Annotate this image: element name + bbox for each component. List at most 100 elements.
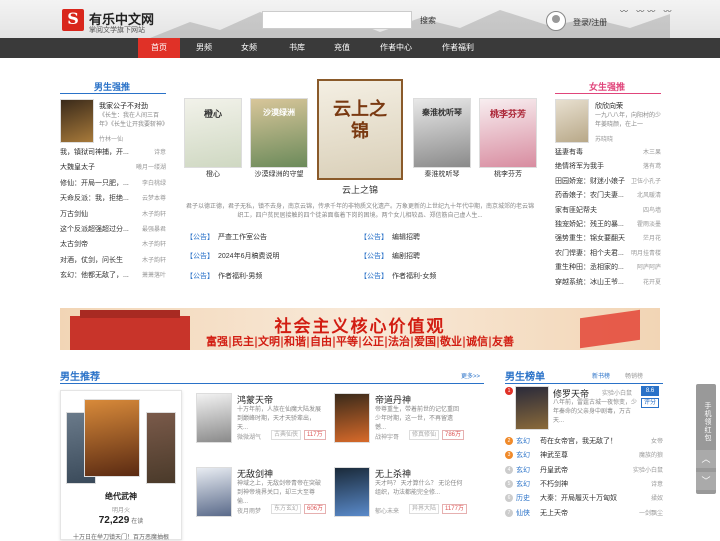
search-button[interactable]: 搜索 [412, 11, 444, 29]
scroll-up-icon[interactable]: ︿ [696, 450, 716, 468]
male-rec-feature-cover[interactable] [84, 399, 140, 477]
list-item[interactable]: 独宠娇妃：残王的暴... 霍雨淡墨 [555, 219, 661, 229]
list-item-name[interactable]: 大魏皇太子 [60, 162, 134, 172]
carousel-caption-1[interactable]: 橙心 [184, 169, 242, 179]
list-item-name[interactable]: 药香娘子：农门夫妻... [555, 190, 629, 200]
list-item[interactable]: 万古剑仙 木子韵轩 [60, 209, 166, 219]
list-item-name[interactable]: 强势重生：锦女要翻天 [555, 233, 629, 243]
list-item-name[interactable]: 修仙：开局一只肥，... [60, 178, 134, 188]
rank-name[interactable]: 丹皇武帝 [540, 465, 568, 475]
list-item[interactable]: 我，镇狱司神捕，开... 诗意 [60, 147, 166, 157]
list-item[interactable]: 绝情将军为我手 落有鸢 [555, 161, 661, 171]
carousel-cover-4[interactable]: 秦淮枕听琴 [413, 98, 471, 168]
notice-item[interactable]: 【公告】 编剧招聘 [360, 251, 420, 261]
book-cover[interactable] [196, 393, 232, 443]
list-item[interactable]: 家有匪妃帮夫 四鸟墙 [555, 205, 661, 215]
rank-category[interactable]: 玄幻 [516, 479, 530, 489]
notice-item[interactable]: 【公告】 严查工作室公告 [186, 232, 267, 242]
list-item-name[interactable]: 玄幻：他都无敌了，... [60, 270, 134, 280]
user-avatar-icon[interactable] [546, 11, 566, 31]
book-title[interactable]: 帝道丹神 [375, 393, 411, 406]
nav-author-welfare[interactable]: 作者福利 [432, 38, 484, 58]
rank-category[interactable]: 玄幻 [516, 465, 530, 475]
nav-female[interactable]: 女频 [230, 38, 268, 58]
carousel-caption-5[interactable]: 桃李芬芳 [479, 169, 537, 179]
notice-item[interactable]: 【公告】 作者福利-男频 [186, 271, 262, 281]
list-item-name[interactable]: 独宠娇妃：残王的暴... [555, 219, 629, 229]
female-strong-feature-title[interactable]: 欣欣向荣 [595, 101, 623, 111]
list-item[interactable]: 大魏皇太子 曦月一缕湖 [60, 162, 166, 172]
list-item-name[interactable]: 农门悍妻：相个夫君... [555, 248, 629, 258]
rank-tab-bestseller[interactable]: 畅销榜 [625, 371, 643, 380]
nav-author-center[interactable]: 作者中心 [370, 38, 422, 58]
logo-icon[interactable]: S [62, 9, 84, 31]
notice-item[interactable]: 【公告】 作者福利-女频 [360, 271, 436, 281]
carousel-cover-5[interactable]: 桃李芬芳 [479, 98, 537, 168]
rank-item[interactable]: 2 玄幻 苟在女帝宫，我无敌了！ 女帝 [505, 436, 663, 448]
female-strong-feature-cover[interactable] [555, 99, 589, 143]
login-register-link[interactable]: 登录/注册 [573, 17, 607, 28]
list-item[interactable]: 这个反派超强超过分... 最强暴君 [60, 224, 166, 234]
rank-category[interactable]: 玄幻 [516, 436, 530, 446]
carousel-cover-1[interactable]: 橙心 [184, 98, 242, 168]
notice-text[interactable]: 编剧招聘 [392, 253, 420, 260]
carousel-caption-2[interactable]: 沙漠绿洲的守望 [250, 169, 308, 179]
list-item[interactable]: 玄幻：他都无敌了，... 萧萧落叶 [60, 270, 166, 280]
carousel-cover-active[interactable]: 云上之锦 [317, 79, 403, 180]
rank-item[interactable]: 6 历史 大秦：开局履灭十万匈奴 揉奴 [505, 493, 663, 505]
carousel-caption-4[interactable]: 秦淮枕听琴 [413, 169, 471, 179]
list-item-name[interactable]: 穿越系统：冰山王爷... [555, 277, 629, 287]
rank-name[interactable]: 大秦：开局履灭十万匈奴 [540, 493, 617, 503]
rank-item[interactable]: 5 玄幻 不朽剑神 诗意 [505, 479, 663, 491]
list-item[interactable]: 重生种田：丞相家的... 阿庐阿庐 [555, 262, 661, 272]
rank-name[interactable]: 无上天帝 [540, 508, 568, 518]
list-item[interactable]: 田园娇宠：财迷小娘子 卫伍小孔子 [555, 176, 661, 186]
notice-text[interactable]: 作者福利-男频 [218, 273, 262, 280]
list-item-name[interactable]: 家有匪妃帮夫 [555, 205, 629, 215]
rank-item[interactable]: 7 仙侠 无上天帝 一剑飘尘 [505, 508, 663, 520]
book-cover[interactable] [334, 393, 370, 443]
nav-library[interactable]: 书库 [278, 38, 316, 58]
list-item-name[interactable]: 绝情将军为我手 [555, 161, 629, 171]
book-title[interactable]: 无敌剑神 [237, 467, 273, 480]
rank-name[interactable]: 不朽剑神 [540, 479, 568, 489]
list-item-name[interactable]: 万古剑仙 [60, 209, 134, 219]
core-values-banner[interactable]: 社会主义核心价值观 富强|民主|文明|和谐|自由|平等|公正|法治|爱国|敬业|… [60, 308, 660, 350]
rank-item[interactable]: 4 玄幻 丹皇武帝 实验小白鼠 [505, 465, 663, 477]
list-item-name[interactable]: 我，镇狱司神捕，开... [60, 147, 134, 157]
rank-1-cover[interactable] [515, 386, 549, 430]
book-title[interactable]: 鸿蒙天帝 [237, 393, 273, 406]
list-item-name[interactable]: 田园娇宠：财迷小娘子 [555, 176, 629, 186]
rank-category[interactable]: 仙侠 [516, 508, 530, 518]
rank-item[interactable]: 3 玄幻 神武至尊 魔族的狼 [505, 450, 663, 462]
list-item-name[interactable]: 对酒，仗剑，问长生 [60, 255, 134, 265]
book-title[interactable]: 无上杀神 [375, 467, 411, 480]
list-item[interactable]: 修仙：开局一只肥，... 李白桃绿 [60, 178, 166, 188]
male-rec-more-link[interactable]: 更多>> [461, 371, 480, 380]
male-strong-feature-title[interactable]: 我家公子不对劲 [99, 101, 148, 111]
notice-item[interactable]: 【公告】 2024年6月稿费说明 [186, 251, 279, 261]
book-cover[interactable] [334, 467, 370, 517]
male-rec-feature-title[interactable]: 绝代武神 [60, 491, 182, 502]
rank-name[interactable]: 神武至尊 [540, 450, 568, 460]
carousel-active-title[interactable]: 云上之锦 [317, 183, 403, 196]
list-item[interactable]: 农门悍妻：相个夫君... 明月挂青楼 [555, 248, 661, 258]
rank-tab-new[interactable]: 新书榜 [592, 371, 610, 380]
list-item-name[interactable]: 猛妻有毒 [555, 147, 629, 157]
list-item-name[interactable]: 太古剑帝 [60, 239, 134, 249]
notice-text[interactable]: 严查工作室公告 [218, 234, 267, 241]
list-item[interactable]: 猛妻有毒 木三果 [555, 147, 661, 157]
list-item[interactable]: 对酒，仗剑，问长生 木子韵轩 [60, 255, 166, 265]
notice-text[interactable]: 编辑招聘 [392, 234, 420, 241]
list-item[interactable]: 强势重生：锦女要翻天 茫月花 [555, 233, 661, 243]
nav-recharge[interactable]: 充值 [323, 38, 361, 58]
carousel-cover-2[interactable]: 沙漠绿洲 [250, 98, 308, 168]
book-cover[interactable] [196, 467, 232, 517]
nav-home[interactable]: 首页 [138, 38, 180, 58]
notice-text[interactable]: 2024年6月稿费说明 [218, 253, 279, 260]
scroll-down-icon[interactable]: ﹀ [696, 472, 716, 490]
rank-category[interactable]: 历史 [516, 493, 530, 503]
search-input[interactable] [262, 11, 412, 29]
notice-item[interactable]: 【公告】 编辑招聘 [360, 232, 420, 242]
notice-text[interactable]: 作者福利-女频 [392, 273, 436, 280]
